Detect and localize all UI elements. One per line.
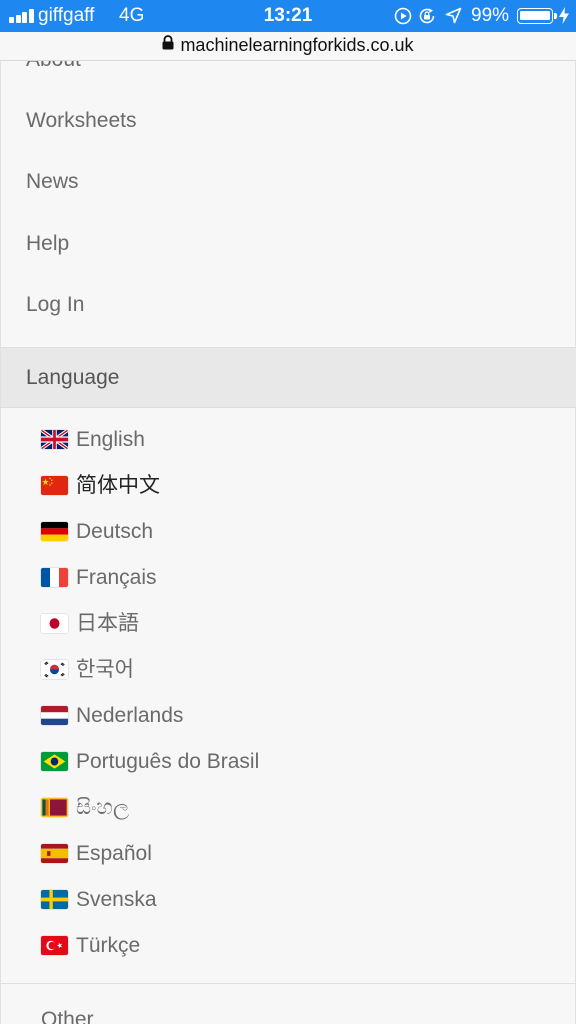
language-item-dutch[interactable]: Nederlands — [41, 696, 541, 736]
language-label: Español — [76, 842, 152, 865]
language-item-sinhala[interactable]: සිංහල — [41, 788, 541, 828]
language-item-chinese[interactable]: 简体中文 — [41, 466, 541, 506]
rotation-lock-icon — [418, 7, 436, 30]
language-item-korean[interactable]: 한국어 — [41, 650, 541, 690]
flag-spain-icon — [41, 844, 68, 863]
charging-icon — [559, 7, 569, 29]
flag-sri-lanka-icon — [41, 798, 68, 817]
language-section-header[interactable]: Language — [1, 348, 576, 408]
flag-sweden-icon — [41, 890, 68, 909]
language-label: Nederlands — [76, 704, 184, 727]
flag-china-icon — [41, 476, 68, 495]
language-label: සිංහල — [76, 796, 129, 819]
menu-item-help[interactable]: Help — [26, 230, 69, 258]
flag-france-icon — [41, 568, 68, 587]
battery-percentage: 99% — [471, 5, 510, 26]
language-header-label: Language — [26, 366, 120, 389]
language-label: Svenska — [76, 888, 157, 911]
menu-divider — [1, 983, 576, 984]
menu-item-worksheets[interactable]: Worksheets — [26, 107, 137, 135]
language-label: Deutsch — [76, 520, 154, 543]
language-item-german[interactable]: Deutsch — [41, 512, 541, 552]
language-label: 한국어 — [76, 658, 134, 681]
menu-item-other[interactable]: Other — [41, 1006, 94, 1024]
menu-item-news[interactable]: News — [26, 168, 79, 196]
navigation-menu: About Worksheets News Help Log In Langua… — [0, 30, 576, 1024]
language-item-french[interactable]: Français — [41, 558, 541, 598]
language-label: 简体中文 — [76, 474, 160, 497]
language-item-spanish[interactable]: Español — [41, 834, 541, 874]
location-icon — [445, 7, 462, 29]
menu-item-log-in[interactable]: Log In — [26, 291, 84, 319]
language-item-brazilian-portuguese[interactable]: Português do Brasil — [41, 742, 541, 782]
battery-cap — [554, 13, 557, 19]
flag-uk-icon — [41, 430, 68, 449]
battery-icon — [517, 8, 553, 24]
status-bar: giffgaff 4G 13:21 99% — [0, 0, 576, 32]
flag-turkey-icon — [41, 936, 68, 955]
language-label: 日本語 — [76, 612, 139, 635]
language-label: Português do Brasil — [76, 750, 260, 773]
language-item-english[interactable]: English — [41, 420, 541, 460]
language-item-swedish[interactable]: Svenska — [41, 880, 541, 920]
screen: About Worksheets News Help Log In Langua… — [0, 0, 576, 1024]
language-label: Türkçe — [76, 934, 141, 957]
language-item-japanese[interactable]: 日本語 — [41, 604, 541, 644]
flag-brazil-icon — [41, 752, 68, 771]
screen-record-icon — [394, 7, 412, 30]
flag-korea-icon — [41, 660, 68, 679]
flag-germany-icon — [41, 522, 68, 541]
lock-icon — [162, 31, 174, 58]
language-item-turkish[interactable]: Türkçe — [41, 926, 541, 966]
flag-japan-icon — [41, 614, 68, 633]
url-text: machinelearningforkids.co.uk — [180, 35, 414, 55]
browser-url-bar[interactable]: machinelearningforkids.co.uk — [0, 32, 576, 61]
language-label: English — [76, 428, 145, 451]
flag-netherlands-icon — [41, 706, 68, 725]
language-label: Français — [76, 566, 157, 589]
